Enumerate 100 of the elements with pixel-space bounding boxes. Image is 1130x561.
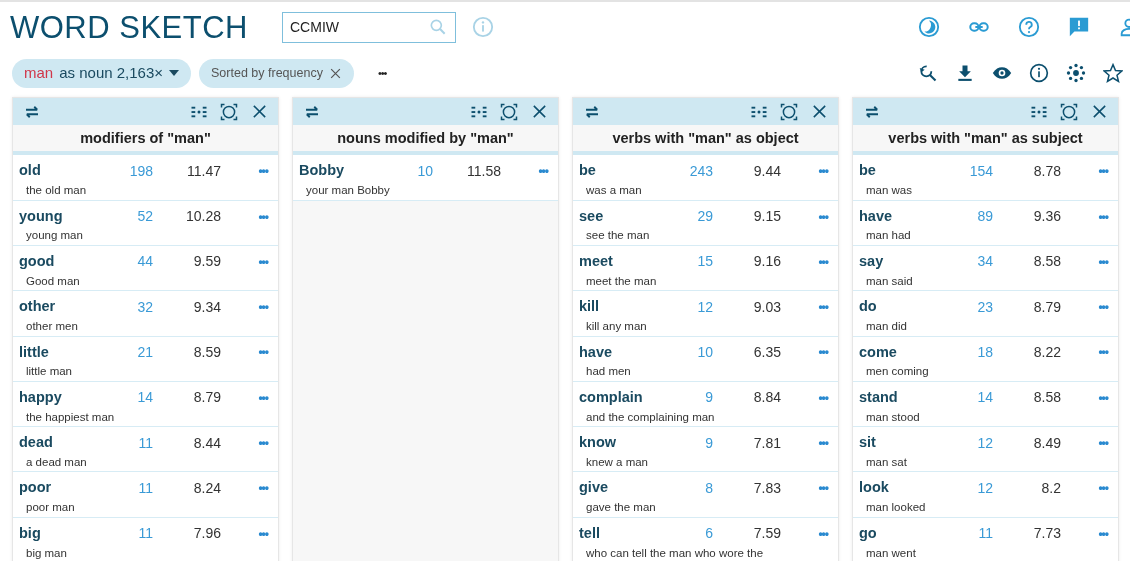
more-button[interactable]: •••	[1098, 210, 1112, 223]
collocate-link[interactable]: poor	[19, 477, 129, 500]
collocate-link[interactable]: come	[859, 341, 969, 364]
close-icon[interactable]	[1090, 103, 1108, 120]
collocate-link[interactable]: little	[19, 341, 129, 364]
frequency-link[interactable]: 15	[689, 251, 713, 273]
collocate-link[interactable]: complain	[579, 386, 689, 409]
collocate-link[interactable]: stand	[859, 386, 969, 409]
info-icon[interactable]	[1029, 63, 1049, 83]
collocate-link[interactable]: young	[19, 205, 129, 228]
frequency-link[interactable]: 11	[129, 432, 153, 454]
theme-icon[interactable]	[918, 16, 940, 38]
frequency-link[interactable]: 11	[129, 523, 153, 545]
more-button[interactable]: •••	[258, 346, 272, 359]
collocate-link[interactable]: meet	[579, 251, 689, 273]
collocate-link[interactable]: good	[19, 251, 129, 273]
expand-icon[interactable]	[780, 102, 798, 121]
collocate-link[interactable]: say	[859, 251, 969, 273]
more-button[interactable]: •••	[258, 210, 272, 223]
close-icon[interactable]	[810, 103, 828, 120]
frequency-link[interactable]: 44	[129, 251, 153, 273]
collocate-link[interactable]: kill	[579, 296, 689, 319]
frequency-link[interactable]: 12	[969, 477, 993, 499]
frequency-link[interactable]: 198	[129, 160, 153, 182]
close-icon[interactable]	[250, 103, 268, 120]
more-button[interactable]: •••	[1098, 527, 1112, 540]
collocate-link[interactable]: happy	[19, 386, 129, 409]
more-button[interactable]: •••	[1098, 346, 1112, 359]
frequency-link[interactable]: 29	[689, 206, 713, 228]
frequency-link[interactable]: 10	[409, 160, 433, 182]
expand-icon[interactable]	[500, 102, 518, 121]
close-icon[interactable]	[328, 66, 342, 80]
frequency-link[interactable]: 6	[689, 523, 713, 545]
frequency-link[interactable]: 243	[689, 160, 713, 182]
sort-chip[interactable]: Sorted by frequency	[199, 58, 354, 88]
collocate-link[interactable]: be	[579, 160, 689, 183]
feedback-icon[interactable]	[1068, 16, 1090, 38]
reset-search-icon[interactable]	[918, 63, 938, 83]
collocate-link[interactable]: old	[19, 160, 129, 183]
frequency-link[interactable]: 34	[969, 251, 993, 273]
more-button[interactable]: •••	[818, 482, 832, 495]
cluster-icon[interactable]	[1066, 63, 1086, 83]
more-button[interactable]: •••	[1098, 437, 1112, 450]
frequency-link[interactable]: 154	[969, 160, 993, 182]
collocate-link[interactable]: tell	[579, 522, 689, 545]
more-button[interactable]: •••	[538, 165, 552, 178]
more-button[interactable]: •••	[818, 255, 832, 268]
more-button[interactable]: •••	[258, 437, 272, 450]
collocate-link[interactable]: sit	[859, 432, 969, 454]
close-icon[interactable]	[530, 103, 548, 120]
collocate-link[interactable]: go	[859, 522, 969, 545]
collocate-link[interactable]: do	[859, 296, 969, 319]
frequency-link[interactable]: 12	[689, 296, 713, 318]
help-icon[interactable]	[1018, 16, 1040, 38]
collocate-link[interactable]: other	[19, 296, 129, 319]
more-button[interactable]: •••	[369, 64, 395, 82]
more-button[interactable]: •••	[258, 301, 272, 314]
collocate-link[interactable]: see	[579, 205, 689, 228]
more-button[interactable]: •••	[818, 391, 832, 404]
more-button[interactable]: •••	[1098, 482, 1112, 495]
frequency-link[interactable]: 9	[689, 387, 713, 409]
collocate-link[interactable]: be	[859, 160, 969, 183]
frequency-link[interactable]: 18	[969, 341, 993, 363]
search-field[interactable]: CCMIW	[282, 11, 456, 43]
frequency-link[interactable]: 23	[969, 296, 993, 318]
frequency-link[interactable]: 10	[689, 341, 713, 363]
more-button[interactable]: •••	[818, 527, 832, 540]
more-button[interactable]: •••	[818, 210, 832, 223]
collocate-link[interactable]: dead	[19, 432, 129, 454]
collocate-link[interactable]: look	[859, 477, 969, 500]
star-icon[interactable]	[1103, 63, 1123, 83]
frequency-link[interactable]: 89	[969, 206, 993, 228]
more-button[interactable]: •••	[1098, 255, 1112, 268]
expand-icon[interactable]	[220, 102, 238, 121]
frequency-link[interactable]: 9	[689, 432, 713, 454]
collocate-link[interactable]: have	[579, 341, 689, 364]
frequency-link[interactable]: 8	[689, 477, 713, 499]
download-icon[interactable]	[955, 63, 975, 83]
more-button[interactable]: •••	[258, 527, 272, 540]
query-chip[interactable]: man as noun 2,163×	[12, 58, 192, 88]
more-button[interactable]: •••	[818, 346, 832, 359]
more-button[interactable]: •••	[258, 255, 272, 268]
frequency-link[interactable]: 14	[129, 387, 153, 409]
more-button[interactable]: •••	[258, 165, 272, 178]
collocate-link[interactable]: know	[579, 432, 689, 454]
collocate-link[interactable]: Bobby	[299, 160, 409, 183]
more-button[interactable]: •••	[258, 391, 272, 404]
frequency-link[interactable]: 52	[129, 206, 153, 228]
more-button[interactable]: •••	[818, 437, 832, 450]
frequency-link[interactable]: 11	[129, 477, 153, 499]
more-button[interactable]: •••	[1098, 165, 1112, 178]
more-button[interactable]: •••	[1098, 391, 1112, 404]
more-button[interactable]: •••	[258, 482, 272, 495]
more-button[interactable]: •••	[818, 165, 832, 178]
collocate-link[interactable]: give	[579, 477, 689, 500]
frequency-link[interactable]: 21	[129, 341, 153, 363]
more-button[interactable]: •••	[818, 301, 832, 314]
collocate-link[interactable]: big	[19, 522, 129, 545]
expand-icon[interactable]	[1060, 102, 1078, 121]
frequency-link[interactable]: 11	[969, 523, 993, 545]
